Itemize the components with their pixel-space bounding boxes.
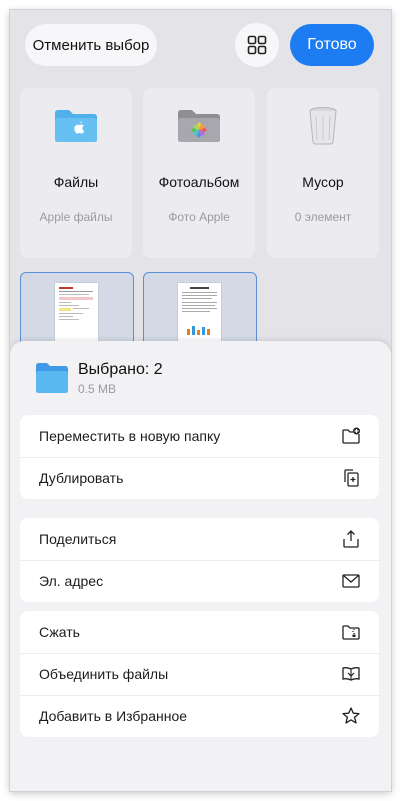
folder-subtitle: Apple файлы	[39, 210, 113, 224]
action-label: Переместить в новую папку	[39, 428, 221, 444]
star-icon	[342, 707, 360, 724]
folder-card-trash[interactable]: Мусор 0 элемент	[267, 88, 379, 258]
actions-group-file-tools: Сжать Объединить файлы Добавить в Избран…	[20, 611, 379, 737]
trash-icon	[309, 107, 337, 145]
action-label: Поделиться	[39, 531, 117, 547]
action-compress[interactable]: Сжать	[20, 611, 379, 653]
action-label: Объединить файлы	[39, 666, 169, 682]
share-icon	[343, 530, 359, 548]
document-page-preview	[55, 283, 98, 343]
action-label: Дублировать	[39, 470, 124, 486]
actions-group-share: Поделиться Эл. адрес	[20, 518, 379, 602]
document-page-preview	[178, 283, 221, 343]
screen: Отменить выбор Готово Файлы Apple файлы	[10, 10, 391, 791]
action-share[interactable]: Поделиться	[20, 518, 379, 560]
cancel-selection-button[interactable]: Отменить выбор	[25, 24, 157, 66]
grid-view-button[interactable]	[235, 23, 279, 67]
actions-group-organize: Переместить в новую папку Дублировать	[20, 415, 379, 499]
action-move-to-new-folder[interactable]: Переместить в новую папку	[20, 415, 379, 457]
folder-subtitle: Фото Apple	[168, 210, 230, 224]
action-label: Сжать	[39, 624, 80, 640]
selection-count: Выбрано: 2	[78, 361, 163, 378]
folder-card-files[interactable]: Файлы Apple файлы	[20, 88, 132, 258]
folder-icon	[36, 363, 68, 393]
folder-apple-icon	[55, 110, 97, 142]
zip-icon	[342, 625, 360, 640]
action-merge-files[interactable]: Объединить файлы	[20, 653, 379, 695]
selection-size: 0.5 MB	[78, 382, 117, 396]
photos-folder-icon	[178, 110, 220, 142]
mail-icon	[342, 574, 360, 588]
action-duplicate[interactable]: Дублировать	[20, 457, 379, 499]
action-email[interactable]: Эл. адрес	[20, 560, 379, 602]
folder-title: Мусор	[302, 174, 344, 190]
duplicate-icon	[344, 469, 359, 487]
action-label: Эл. адрес	[39, 573, 104, 589]
action-label: Добавить в Избранное	[39, 708, 188, 724]
new-folder-icon	[342, 427, 360, 444]
folder-title: Файлы	[53, 174, 99, 190]
actions-sheet: Выбрано: 2 0.5 MB Переместить в новую па…	[10, 341, 391, 791]
folder-subtitle: 0 элемент	[294, 210, 352, 224]
grid-icon	[247, 35, 267, 55]
folder-title: Фотоальбом	[158, 174, 240, 190]
merge-icon	[342, 667, 360, 681]
done-button[interactable]: Готово	[290, 24, 374, 66]
folder-card-photos[interactable]: Фотоальбом Фото Apple	[143, 88, 255, 258]
action-add-to-favorites[interactable]: Добавить в Избранное	[20, 695, 379, 737]
